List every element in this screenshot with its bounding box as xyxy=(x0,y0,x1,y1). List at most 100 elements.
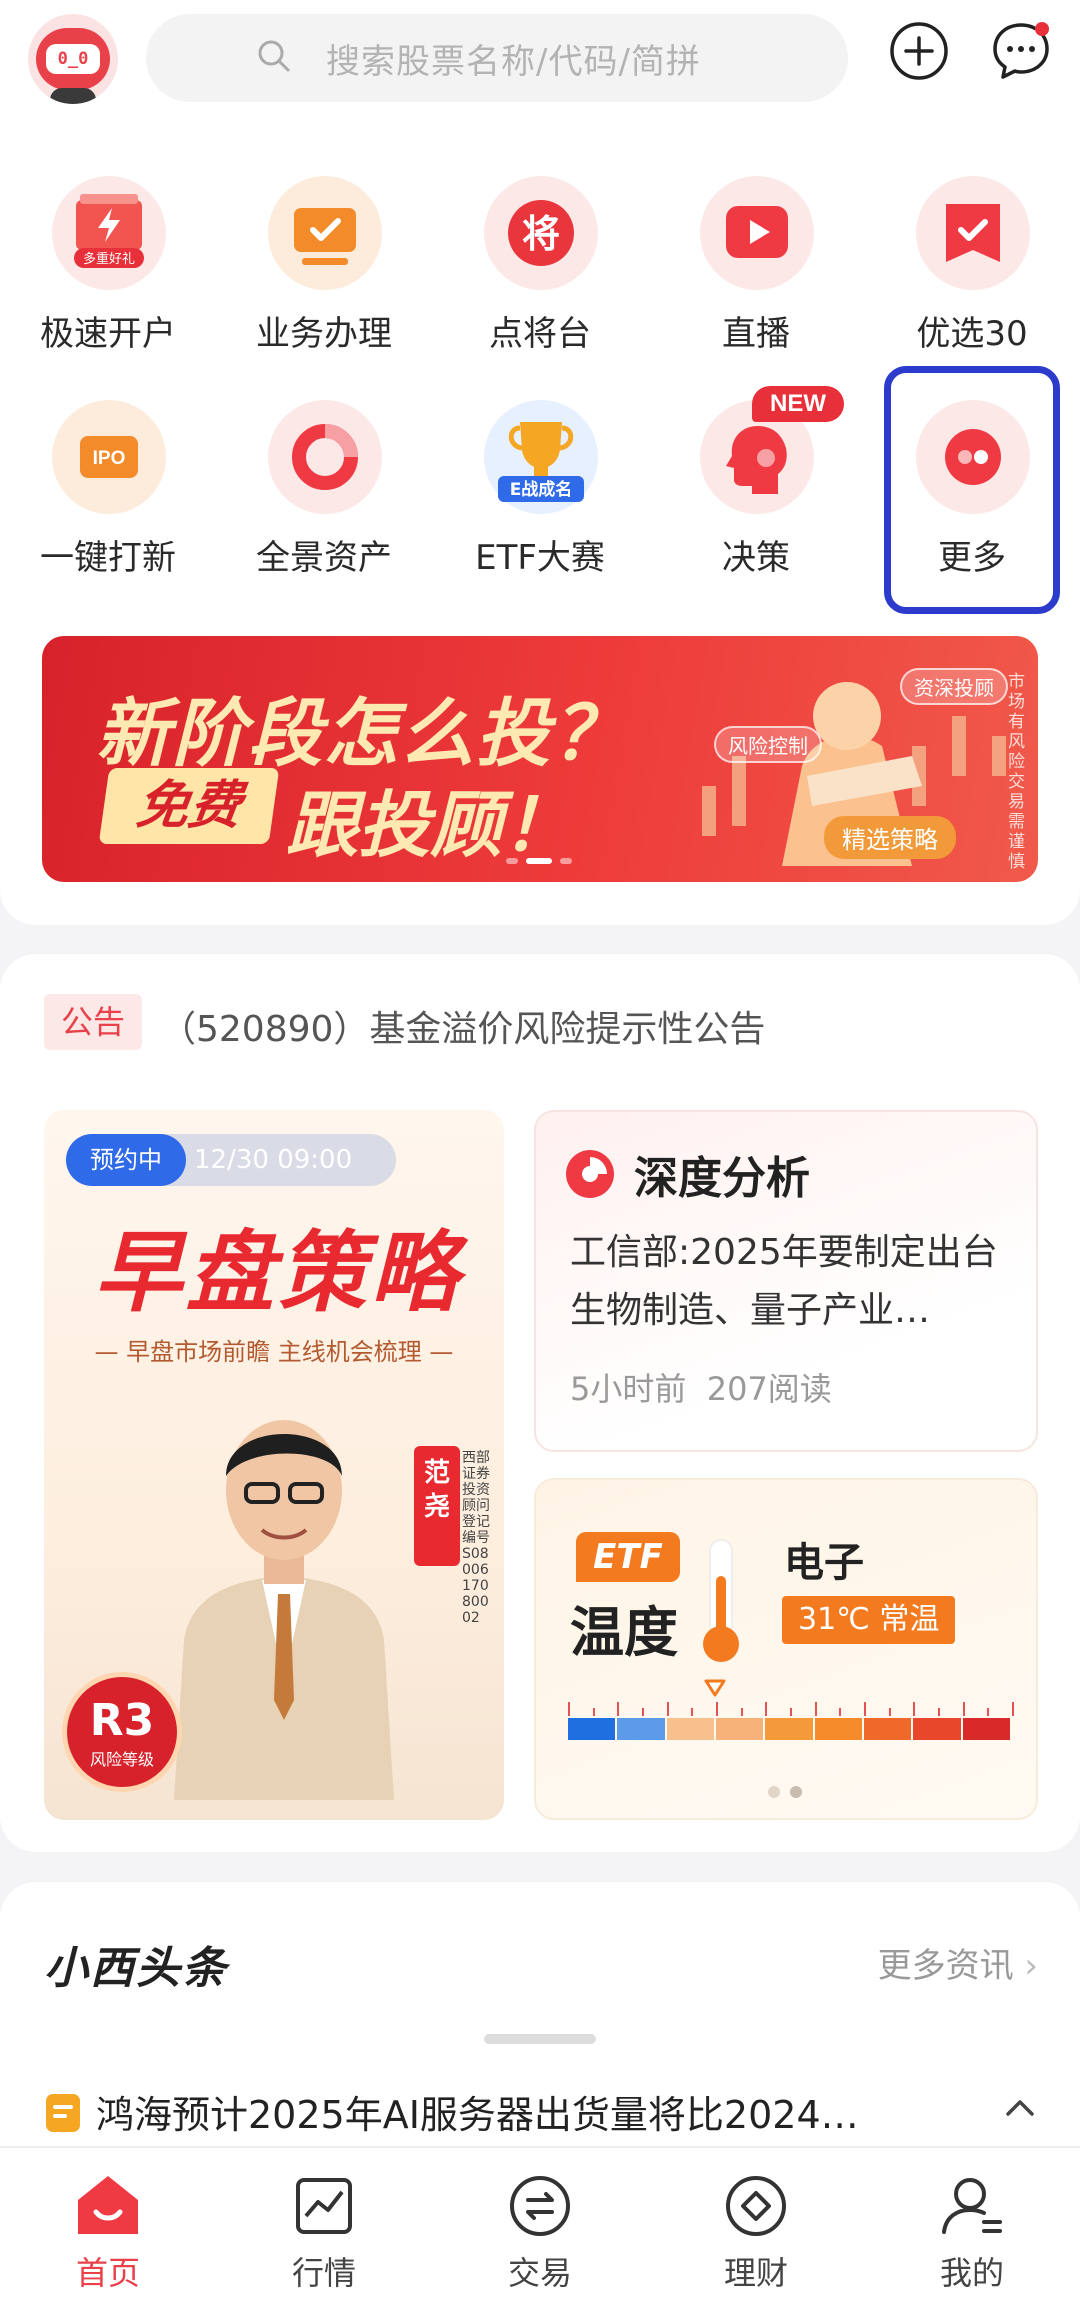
scale-tick xyxy=(814,1702,817,1716)
news-panel: 小西头条 更多资讯 › 鸿海预计2025年AI服务器出货量将比2024… xyxy=(0,1882,1080,2182)
temperature-scale xyxy=(568,1679,1014,1740)
svg-text:将: 将 xyxy=(522,212,560,256)
scale-segment xyxy=(765,1718,813,1740)
chevron-up-icon[interactable] xyxy=(1000,2088,1040,2128)
shortcut-decision[interactable]: 决策 xyxy=(656,400,856,590)
scale-tick xyxy=(987,1708,990,1716)
tab-mine[interactable]: 我的 xyxy=(864,2148,1080,2303)
more-highlight-box xyxy=(884,366,1060,614)
etf-tag: ETF xyxy=(576,1532,680,1582)
scale-tick xyxy=(568,1702,570,1716)
scale-tick xyxy=(642,1708,644,1716)
shortcut-ipo[interactable]: IPO 一键打新 xyxy=(8,400,208,590)
shortcut-etf-contest[interactable]: E战成名 ETF大赛 xyxy=(440,400,640,590)
trophy-icon: E战成名 xyxy=(484,400,598,514)
tab-market[interactable]: 行情 xyxy=(216,2148,432,2303)
donut-chart-icon xyxy=(268,400,382,514)
scale-tick xyxy=(790,1708,792,1716)
thermometer-icon xyxy=(703,1539,739,1662)
scale-tick xyxy=(864,1702,866,1716)
tab-trade[interactable]: 交易 xyxy=(432,2148,648,2303)
banner-tag-risk-control: 风险控制 xyxy=(714,726,822,763)
svg-text:IPO: IPO xyxy=(93,448,126,469)
analysis-pie-icon xyxy=(566,1150,614,1198)
chevron-right-icon: › xyxy=(1024,1946,1038,1986)
drag-handle[interactable] xyxy=(484,2034,596,2044)
banner-pager xyxy=(506,858,572,864)
market-chart-icon xyxy=(296,2178,352,2234)
tab-wealth[interactable]: 理财 xyxy=(648,2148,864,2303)
search-placeholder: 搜索股票名称/代码/简拼 xyxy=(326,41,701,82)
scale-marker-icon xyxy=(704,1679,726,1697)
schedule-time: 12/30 09:00 xyxy=(194,1145,353,1175)
shortcut-dianjiangtai[interactable]: 将 点将台 xyxy=(440,176,640,366)
deep-analysis-card[interactable]: 深度分析 工信部:2025年要制定出台生物制造、量子产业… 5小时前 207阅读 xyxy=(534,1110,1038,1452)
shortcut-business[interactable]: 业务办理 xyxy=(224,176,424,366)
trade-exchange-icon xyxy=(510,2176,570,2236)
etf-temperature-card[interactable]: ETF 温度 电子 31℃ 常温 xyxy=(534,1478,1038,1820)
shortcut-live[interactable]: 直播 xyxy=(656,176,856,366)
news-brand: 小西头条 xyxy=(44,1943,228,1994)
banner-tag-selected-strategy: 精选策略 xyxy=(824,816,956,859)
search-input[interactable]: 搜索股票名称/代码/简拼 xyxy=(146,14,848,102)
banner-tag-senior-advisor: 资深投顾 xyxy=(900,668,1008,705)
scale-tick xyxy=(765,1702,768,1716)
shortcut-open-account[interactable]: 多重好礼 极速开户 xyxy=(8,176,208,366)
bottom-nav: 首页 行情 交易 理财 我的 xyxy=(0,2146,1080,2303)
host-name: 范尧 xyxy=(414,1446,460,1566)
top-panel: 0_0 搜索股票名称/代码/简拼 多重好礼 极速开户 业务办理 将 点将台 直播… xyxy=(0,0,1080,925)
news-doc-icon xyxy=(46,2094,80,2132)
etf-title: 温度 xyxy=(570,1601,678,1664)
analysis-reads: 207阅读 xyxy=(706,1370,832,1408)
notice-link[interactable]: （520890）基金溢价风险提示性公告 xyxy=(160,1000,765,1052)
content-panel: 公告 （520890）基金溢价风险提示性公告 预约中 12/30 09:00 早… xyxy=(0,954,1080,1852)
banner-headline: 新阶段怎么投？ xyxy=(96,691,628,777)
new-badge: NEW xyxy=(752,386,844,422)
robot-avatar-icon[interactable]: 0_0 xyxy=(28,14,118,104)
card-title: 早盘策略 xyxy=(93,1221,462,1324)
svg-text:E战成名: E战成名 xyxy=(510,479,573,500)
banner-disclaimer: 市场有风险交易需谨慎 xyxy=(1008,672,1025,872)
card-pager xyxy=(768,1786,802,1798)
scale-tick xyxy=(962,1702,965,1716)
scale-segment xyxy=(864,1718,912,1740)
morning-strategy-card[interactable]: 预约中 12/30 09:00 早盘策略 — 早盘市场前瞻 主线机会梳理 — 范… xyxy=(44,1110,504,1820)
live-video-icon xyxy=(700,176,814,290)
home-icon xyxy=(78,2176,138,2234)
analysis-body: 工信部:2025年要制定出台生物制造、量子产业… xyxy=(570,1232,998,1331)
bookmark-check-icon xyxy=(916,176,1030,290)
host-registration: 西部证券投资顾问登记编号S0800617080002 xyxy=(462,1450,490,1626)
analysis-title: 深度分析 xyxy=(634,1153,810,1204)
general-seal-icon: 将 xyxy=(484,176,598,290)
host-portrait xyxy=(174,1420,394,1800)
scale-tick xyxy=(740,1708,743,1716)
scale-segment xyxy=(814,1718,862,1740)
scale-tick xyxy=(691,1708,694,1716)
svg-text:多重好礼: 多重好礼 xyxy=(83,251,135,267)
risk-level-badge: R3 风险等级 xyxy=(62,1672,182,1792)
analysis-meta: 5小时前 207阅读 xyxy=(570,1364,832,1410)
scale-tick xyxy=(888,1708,891,1716)
scale-segment xyxy=(962,1718,1010,1740)
tab-home[interactable]: 首页 xyxy=(0,2148,216,2303)
reservation-status: 预约中 xyxy=(66,1134,186,1186)
ipo-icon: IPO xyxy=(52,400,166,514)
scale-segment xyxy=(716,1718,764,1740)
etf-temperature-value: 31℃ 常温 xyxy=(782,1596,956,1644)
scale-tick xyxy=(839,1708,842,1716)
scale-tick xyxy=(913,1702,916,1716)
account-gift-icon: 多重好礼 xyxy=(52,176,166,290)
shortcut-youxuan30[interactable]: 优选30 xyxy=(872,176,1072,366)
scale-segment xyxy=(666,1718,714,1740)
search-icon xyxy=(258,40,290,72)
promo-banner[interactable]: 新阶段怎么投？ 免费 跟投顾！ 资深投顾 风险控制 精选策略 市场有风险交易需谨… xyxy=(42,636,1038,882)
add-icon[interactable] xyxy=(888,20,950,82)
more-news-link[interactable]: 更多资讯 › xyxy=(878,1938,1038,1987)
scale-tick xyxy=(592,1708,595,1716)
scale-segment xyxy=(617,1718,665,1740)
profile-icon xyxy=(942,2178,1002,2234)
shortcut-panorama-assets[interactable]: 全景资产 xyxy=(224,400,424,590)
news-headline[interactable]: 鸿海预计2025年AI服务器出货量将比2024… xyxy=(96,2084,956,2139)
scale-tick xyxy=(666,1702,669,1716)
message-icon[interactable] xyxy=(990,20,1052,82)
